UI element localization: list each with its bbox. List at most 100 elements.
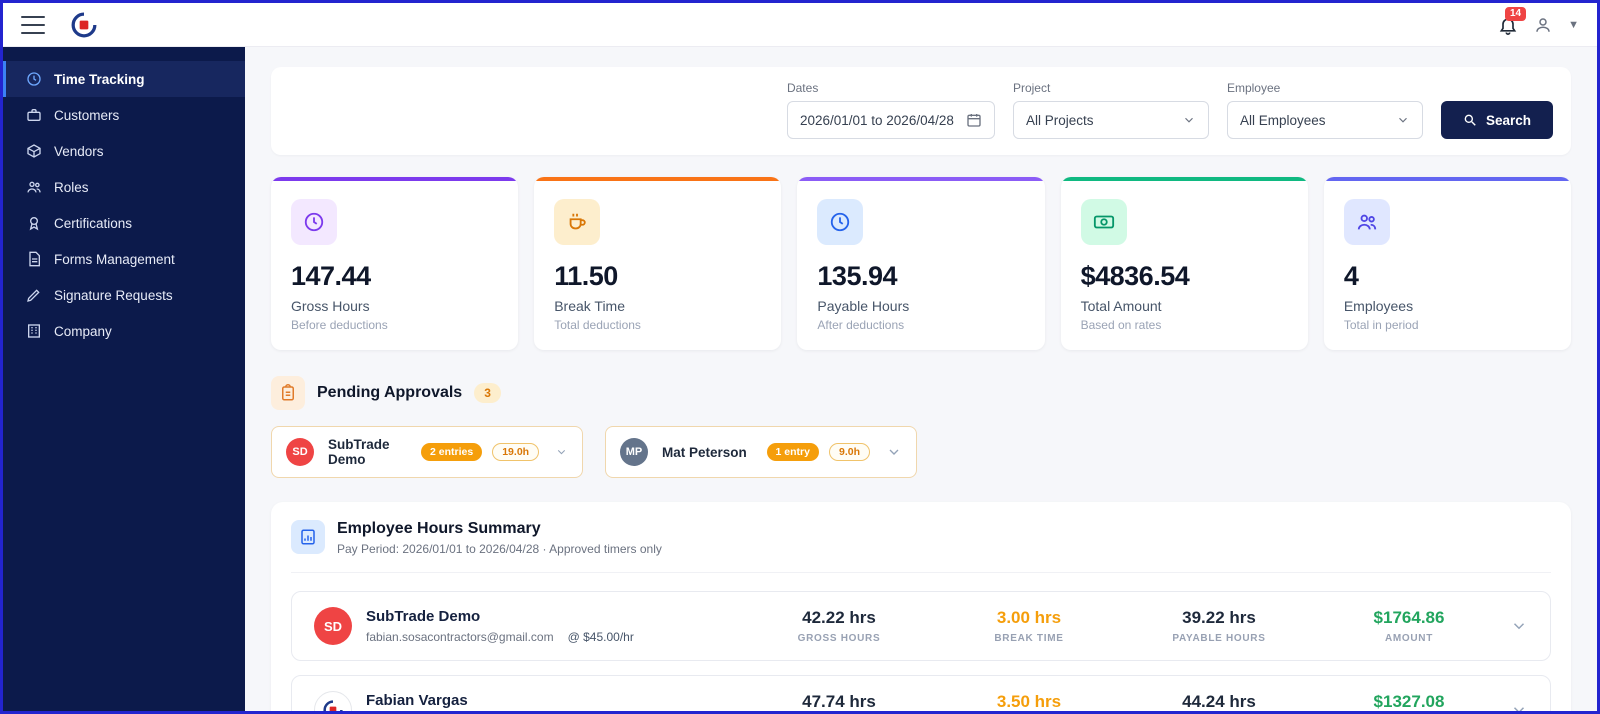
summary-subtitle: Pay Period: 2026/01/01 to 2026/04/28 · A… bbox=[337, 542, 662, 556]
certificate-icon bbox=[29, 217, 39, 231]
employee-hours-summary: Employee Hours Summary Pay Period: 2026/… bbox=[271, 502, 1571, 711]
dates-field: Dates 2026/01/01 to 2026/04/28 bbox=[786, 81, 995, 139]
date-range-value: 2026/01/01 to 2026/04/28 bbox=[799, 112, 954, 128]
employee-value: All Employees bbox=[1239, 112, 1326, 128]
sidebar-item-customers[interactable]: Customers bbox=[3, 97, 245, 133]
approval-name: Mat Peterson bbox=[662, 444, 747, 460]
logo-icon bbox=[323, 700, 343, 711]
break-time-cell: 3.50 hrs BREAK TIME bbox=[934, 692, 1124, 711]
sidebar-item-vendors[interactable]: Vendors bbox=[3, 133, 245, 169]
gross-hours-label: GROSS HOURS bbox=[797, 633, 881, 644]
employee-name: SubTrade Demo bbox=[366, 608, 481, 625]
project-label: Project bbox=[1012, 81, 1051, 95]
notifications-button[interactable]: 14 bbox=[1498, 6, 1527, 35]
payable-hours-label: PAYABLE HOURS bbox=[1172, 633, 1266, 644]
chevron-down-icon[interactable] bbox=[1510, 701, 1528, 711]
project-value: All Projects bbox=[1025, 112, 1094, 128]
pending-approvals-title: Pending Approvals bbox=[317, 384, 463, 401]
sidebar-item-roles[interactable]: Roles bbox=[3, 169, 245, 205]
menu-button[interactable] bbox=[21, 15, 45, 34]
briefcase-icon bbox=[27, 109, 41, 121]
stat-iconbox bbox=[817, 199, 864, 245]
chevron-down-icon[interactable] bbox=[886, 444, 902, 460]
date-range-input[interactable]: 2026/01/01 to 2026/04/28 bbox=[786, 101, 995, 139]
stat-label: Break Time bbox=[554, 298, 626, 314]
stat-accent-bar bbox=[271, 177, 519, 181]
sidebar: Time Tracking Customers Vendors Roles Ce… bbox=[3, 47, 245, 711]
project-field: Project All Projects bbox=[1012, 81, 1209, 139]
entries-badge: 2 entries bbox=[421, 443, 483, 461]
sidebar-item-forms-management[interactable]: Forms Management bbox=[3, 241, 245, 277]
box-icon bbox=[27, 144, 41, 158]
employee-label: Employee bbox=[1226, 81, 1281, 95]
topbar: 14 ▼ bbox=[3, 3, 1597, 47]
user-menu-button[interactable] bbox=[1534, 16, 1552, 34]
people-icon bbox=[1357, 214, 1376, 230]
approval-name: SubTrade Demo bbox=[328, 437, 390, 467]
employee-select[interactable]: All Employees bbox=[1226, 101, 1423, 139]
stat-sublabel: Total deductions bbox=[554, 318, 641, 332]
sidebar-item-label: Roles bbox=[54, 179, 89, 195]
sidebar-item-certifications[interactable]: Certifications bbox=[3, 205, 245, 241]
stat-value: 4 bbox=[1343, 261, 1359, 291]
stat-label: Gross Hours bbox=[291, 298, 370, 314]
stat-card-total-amount: $4836.54 Total Amount Based on rates bbox=[1060, 177, 1308, 350]
payable-hours-cell: 44.24 hrs PAYABLE HOURS bbox=[1124, 692, 1314, 711]
avatar: SD bbox=[286, 438, 314, 466]
stat-label: Total Amount bbox=[1080, 298, 1162, 314]
stat-sublabel: Based on rates bbox=[1080, 318, 1162, 332]
stat-cards: 147.44 Gross Hours Before deductions 11.… bbox=[271, 177, 1572, 350]
clock-icon bbox=[27, 72, 41, 86]
search-button-label: Search bbox=[1485, 112, 1531, 128]
coffee-icon bbox=[569, 213, 586, 230]
sidebar-item-label: Forms Management bbox=[54, 251, 175, 267]
amount-value: $1764.86 bbox=[1373, 608, 1445, 627]
calendar-icon[interactable] bbox=[966, 112, 982, 128]
search-button[interactable]: Search bbox=[1440, 101, 1553, 139]
sidebar-item-company[interactable]: Company bbox=[3, 313, 245, 349]
sidebar-item-label: Signature Requests bbox=[54, 287, 173, 303]
stat-accent-bar bbox=[1323, 177, 1572, 181]
amount-cell: $1764.86 AMOUNT bbox=[1314, 608, 1504, 644]
stat-card-employees: 4 Employees Total in period bbox=[1323, 177, 1572, 350]
avatar-logo bbox=[314, 691, 352, 711]
user-menu-caret[interactable]: ▼ bbox=[1568, 19, 1579, 31]
sidebar-item-signature-requests[interactable]: Signature Requests bbox=[3, 277, 245, 313]
employee-field: Employee All Employees bbox=[1226, 81, 1423, 139]
sidebar-item-time-tracking[interactable]: Time Tracking bbox=[3, 61, 245, 97]
chevron-down-icon bbox=[1185, 117, 1193, 123]
stat-sublabel: After deductions bbox=[817, 318, 905, 332]
stat-card-payable-hours: 135.94 Payable Hours After deductions bbox=[797, 177, 1045, 350]
entries-badge: 1 entry bbox=[766, 443, 819, 461]
chevron-down-icon bbox=[1399, 117, 1407, 123]
approval-card-subtrade-demo[interactable]: SD SubTrade Demo 2 entries 19.0h bbox=[271, 426, 583, 478]
stat-label: Payable Hours bbox=[817, 298, 910, 314]
clock-icon bbox=[831, 212, 850, 232]
employee-row-subtrade-demo[interactable]: SD SubTrade Demo fabian.sosacontractors@… bbox=[291, 591, 1551, 661]
app-logo[interactable] bbox=[71, 12, 97, 38]
stat-value: 147.44 bbox=[291, 261, 371, 291]
filter-bar: Dates 2026/01/01 to 2026/04/28 Project A… bbox=[271, 67, 1571, 155]
break-time-cell: 3.00 hrs BREAK TIME bbox=[934, 608, 1124, 644]
clipboard-iconbox bbox=[271, 376, 305, 410]
avatar: MP bbox=[620, 438, 648, 466]
chevron-down-icon[interactable] bbox=[1510, 617, 1528, 635]
stat-accent-bar bbox=[797, 177, 1045, 181]
search-icon bbox=[1464, 114, 1476, 126]
money-icon bbox=[1093, 215, 1114, 229]
amount-value: $1327.08 bbox=[1373, 692, 1445, 711]
pen-icon bbox=[27, 289, 40, 302]
stat-accent-bar bbox=[1060, 177, 1308, 181]
report-icon bbox=[301, 529, 315, 545]
employee-row-fabian-vargas[interactable]: Fabian Vargas fabianvargas9511@gmail.com… bbox=[291, 675, 1551, 711]
project-select[interactable]: All Projects bbox=[1012, 101, 1209, 139]
chevron-down-icon[interactable] bbox=[555, 444, 568, 460]
approval-card-mat-peterson[interactable]: MP Mat Peterson 1 entry 9.0h bbox=[605, 426, 917, 478]
stat-iconbox bbox=[291, 199, 337, 245]
employee-rate: @ $45.00/hr bbox=[567, 630, 634, 644]
payable-hours-value: 39.22 hrs bbox=[1182, 608, 1256, 627]
people-icon bbox=[27, 181, 41, 193]
logo-icon bbox=[71, 12, 97, 37]
report-iconbox bbox=[291, 520, 325, 554]
gross-hours-cell: 47.74 hrs GROSS HOURS bbox=[744, 692, 934, 711]
